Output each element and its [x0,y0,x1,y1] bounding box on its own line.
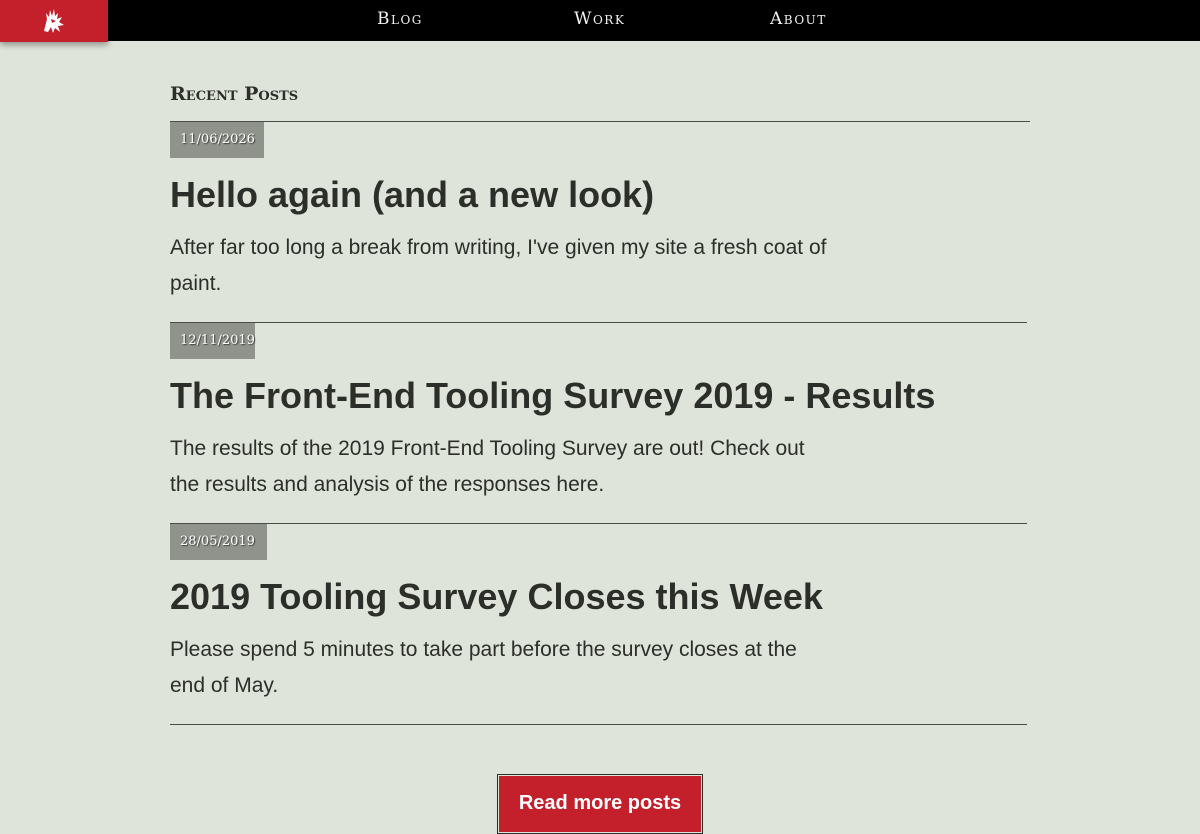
divider [170,322,1027,323]
recent-posts-heading: Recent Posts [170,83,299,105]
site-logo[interactable] [0,0,108,42]
nav-link-work[interactable]: Work [574,9,625,29]
post-excerpt: Please spend 5 minutes to take part befo… [170,638,797,697]
divider [170,523,1027,524]
more-posts-button[interactable]: Read more posts [497,774,703,834]
post-title-link[interactable]: 2019 Tooling Survey Closes this Week [170,575,823,619]
post-date-badge: 11/06/2026 [170,122,264,158]
divider [170,724,1027,725]
post-date-badge: 12/11/2019 [170,323,255,359]
post-title-link[interactable]: Hello again (and a new look) [170,173,654,217]
nav-link-about[interactable]: About [770,9,827,29]
more-posts-button-label: Read more posts [499,776,701,832]
post-excerpt: After far too long a break from writing,… [170,236,827,295]
post-date-badge: 28/05/2019 [170,524,267,560]
post-excerpt: The results of the 2019 Front-End Toolin… [170,437,805,496]
nav-link-blog[interactable]: Blog [377,9,423,29]
divider [170,121,1030,122]
dragon-logo-icon [44,9,64,33]
post-title-link[interactable]: The Front-End Tooling Survey 2019 - Resu… [170,374,935,418]
